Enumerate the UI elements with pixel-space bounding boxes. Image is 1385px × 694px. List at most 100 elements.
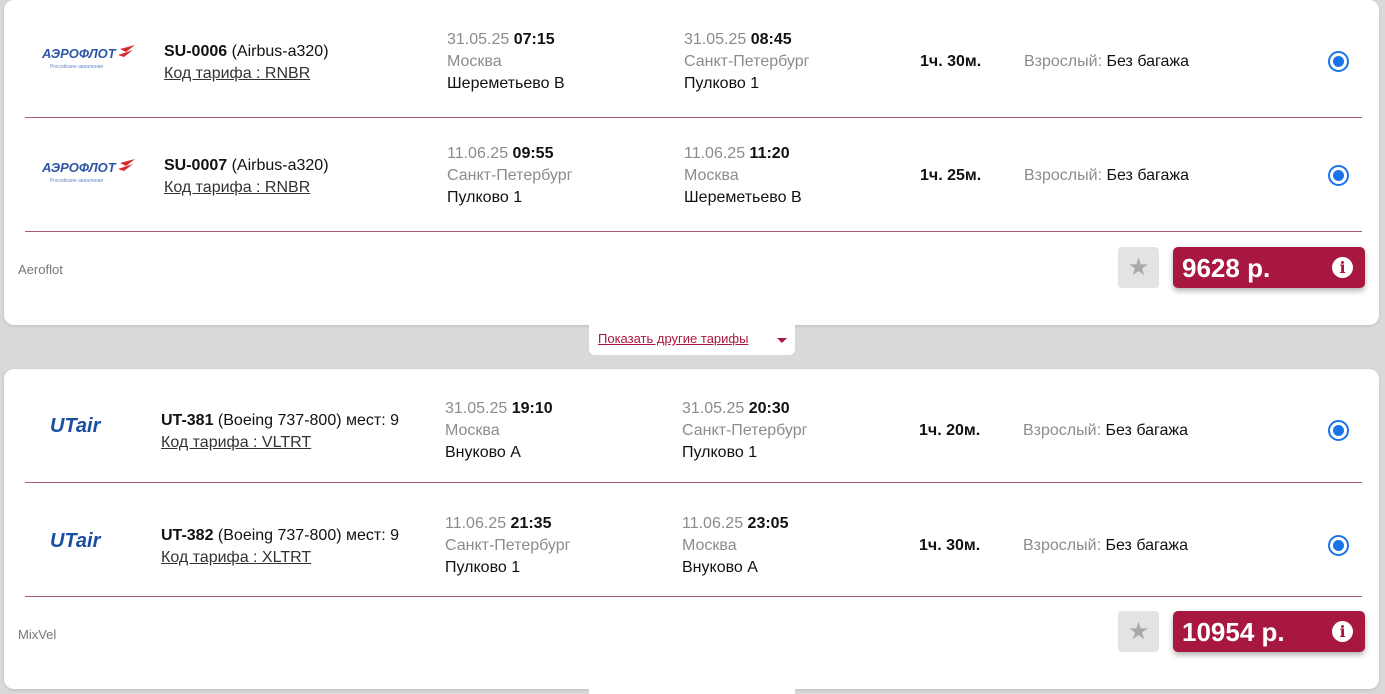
flight-segment: АЭРОФЛОТ Российские авиалинии SU-0007 (A…	[4, 114, 1379, 228]
tariff-code-link[interactable]: Код тарифа : XLTRT	[161, 547, 399, 569]
arrival-airport: Внуково A	[682, 559, 758, 576]
departure-city: Москва	[447, 53, 502, 70]
passenger-baggage: Взрослый: Без багажа	[1024, 165, 1189, 187]
passenger-baggage: Взрослый: Без багажа	[1023, 420, 1188, 442]
flight-segment: UTair UT-381 (Boeing 737-800) мест: 9 Ко…	[4, 369, 1379, 483]
departure-airport: Пулково 1	[445, 559, 521, 576]
flight-info: UT-382 (Boeing 737-800) мест: 9 Код тари…	[161, 525, 399, 569]
departure-time: 19:10	[511, 400, 553, 417]
show-more-tariffs-link[interactable]: Показать другие тарифы	[598, 331, 748, 346]
arrival-airport: Пулково 1	[682, 444, 758, 461]
passenger-type-label: Взрослый:	[1024, 53, 1103, 70]
star-icon: ★	[1127, 618, 1150, 645]
departure-time: 07:15	[513, 31, 555, 48]
baggage-value: Без багажа	[1106, 53, 1189, 70]
departure-date: 11.06.25	[447, 145, 509, 162]
caret-down-icon[interactable]	[777, 338, 787, 343]
price-button[interactable]: 9628 р. i	[1173, 247, 1365, 288]
arrival-time: 23:05	[747, 515, 789, 532]
info-icon[interactable]: i	[1332, 621, 1353, 642]
aircraft-type: (Boeing 737-800) мест: 9	[213, 412, 400, 429]
arrival-info: 31.05.25 20:30 Санкт-Петербург Пулково 1	[682, 398, 807, 464]
utair-logo: UTair	[50, 530, 102, 552]
arrival-date: 31.05.25	[682, 400, 745, 417]
passenger-type-label: Взрослый:	[1023, 422, 1102, 439]
flight-duration: 1ч. 25м.	[920, 167, 982, 184]
arrival-airport: Шереметьево B	[684, 189, 802, 206]
arrival-info: 31.05.25 08:45 Санкт-Петербург Пулково 1	[684, 29, 809, 95]
flight-segment: АЭРОФЛОТ Российские авиалинии SU-0006 (A…	[4, 0, 1379, 114]
flight-duration: 1ч. 30м.	[919, 537, 981, 554]
tariff-code-link[interactable]: Код тарифа : RNBR	[164, 63, 329, 85]
departure-info: 31.05.25 19:10 Москва Внуково A	[445, 398, 553, 464]
provider-name: Aeroflot	[18, 262, 63, 277]
price-amount: 10954 р.	[1182, 617, 1285, 647]
flight-number: SU-0006	[164, 43, 228, 60]
aeroflot-logo: АЭРОФЛОТ Российские авиалинии	[41, 159, 135, 184]
flight-duration: 1ч. 30м.	[920, 53, 982, 70]
baggage-value: Без багажа	[1106, 167, 1189, 184]
departure-airport: Внуково A	[445, 444, 521, 461]
arrival-city: Санкт-Петербург	[682, 422, 808, 439]
departure-time: 21:35	[510, 515, 552, 532]
show-more-tariffs-tab: Показать другие тарифы	[589, 324, 795, 355]
utair-logo-text: UTair	[50, 530, 102, 552]
aeroflot-logo-subtext: Российские авиалинии	[50, 63, 103, 70]
departure-airport: Шереметьево B	[447, 75, 565, 92]
tariff-code-link[interactable]: Код тарифа : VLTRT	[161, 432, 399, 454]
arrival-info: 11.06.25 11:20 Москва Шереметьево B	[684, 143, 802, 209]
passenger-type-label: Взрослый:	[1024, 167, 1103, 184]
arrival-info: 11.06.25 23:05 Москва Внуково A	[682, 513, 788, 579]
arrival-city: Москва	[684, 167, 739, 184]
departure-date: 31.05.25	[445, 400, 508, 417]
aeroflot-logo-text: АЭРОФЛОТ	[41, 160, 117, 175]
flight-number: UT-382	[161, 527, 214, 544]
departure-time: 09:55	[512, 145, 554, 162]
utair-logo-text: UTair	[50, 415, 102, 437]
aircraft-type: (Airbus-a320)	[227, 43, 329, 60]
arrival-time: 11:20	[749, 145, 790, 162]
segment-select-radio[interactable]	[1328, 535, 1349, 556]
price-amount: 9628 р.	[1182, 253, 1271, 283]
arrival-date: 11.06.25	[684, 145, 746, 162]
segment-select-radio[interactable]	[1328, 51, 1349, 72]
departure-info: 11.06.25 09:55 Санкт-Петербург Пулково 1	[447, 143, 572, 209]
offer-card-mixvel: UTair UT-381 (Boeing 737-800) мест: 9 Ко…	[4, 369, 1379, 689]
price-button[interactable]: 10954 р. i	[1173, 611, 1365, 652]
aircraft-type: (Boeing 737-800) мест: 9	[213, 527, 400, 544]
flight-number: UT-381	[161, 412, 214, 429]
aeroflot-logo-text: АЭРОФЛОТ	[41, 46, 117, 61]
departure-date: 31.05.25	[447, 31, 510, 48]
aeroflot-logo: АЭРОФЛОТ Российские авиалинии	[41, 45, 135, 70]
departure-airport: Пулково 1	[447, 189, 523, 206]
segment-divider	[25, 482, 1362, 483]
arrival-time: 20:30	[748, 400, 790, 417]
departure-info: 11.06.25 21:35 Санкт-Петербург Пулково 1	[445, 513, 570, 579]
arrival-time: 08:45	[750, 31, 792, 48]
segment-select-radio[interactable]	[1328, 420, 1349, 441]
departure-city: Санкт-Петербург	[447, 167, 573, 184]
favorite-button[interactable]: ★	[1118, 611, 1159, 652]
departure-city: Санкт-Петербург	[445, 537, 571, 554]
segment-divider	[25, 231, 1362, 232]
flight-info: SU-0007 (Airbus-a320) Код тарифа : RNBR	[164, 155, 329, 199]
provider-name: MixVel	[18, 627, 57, 642]
aeroflot-logo-subtext: Российские авиалинии	[50, 177, 103, 184]
arrival-date: 11.06.25	[682, 515, 744, 532]
flight-segment: UTair UT-382 (Boeing 737-800) мест: 9 Ко…	[4, 484, 1379, 598]
flight-duration: 1ч. 20м.	[919, 422, 981, 439]
departure-date: 11.06.25	[445, 515, 507, 532]
passenger-baggage: Взрослый: Без багажа	[1024, 51, 1189, 73]
arrival-city: Санкт-Петербург	[684, 53, 810, 70]
flight-info: UT-381 (Boeing 737-800) мест: 9 Код тари…	[161, 410, 399, 454]
favorite-button[interactable]: ★	[1118, 247, 1159, 288]
flight-number: SU-0007	[164, 157, 228, 174]
arrival-city: Москва	[682, 537, 737, 554]
info-icon[interactable]: i	[1332, 257, 1353, 278]
departure-info: 31.05.25 07:15 Москва Шереметьево B	[447, 29, 565, 95]
tariff-code-link[interactable]: Код тарифа : RNBR	[164, 177, 329, 199]
arrival-date: 31.05.25	[684, 31, 747, 48]
baggage-value: Без багажа	[1105, 537, 1188, 554]
show-more-tariffs-tab-partial	[589, 688, 795, 694]
segment-select-radio[interactable]	[1328, 165, 1349, 186]
